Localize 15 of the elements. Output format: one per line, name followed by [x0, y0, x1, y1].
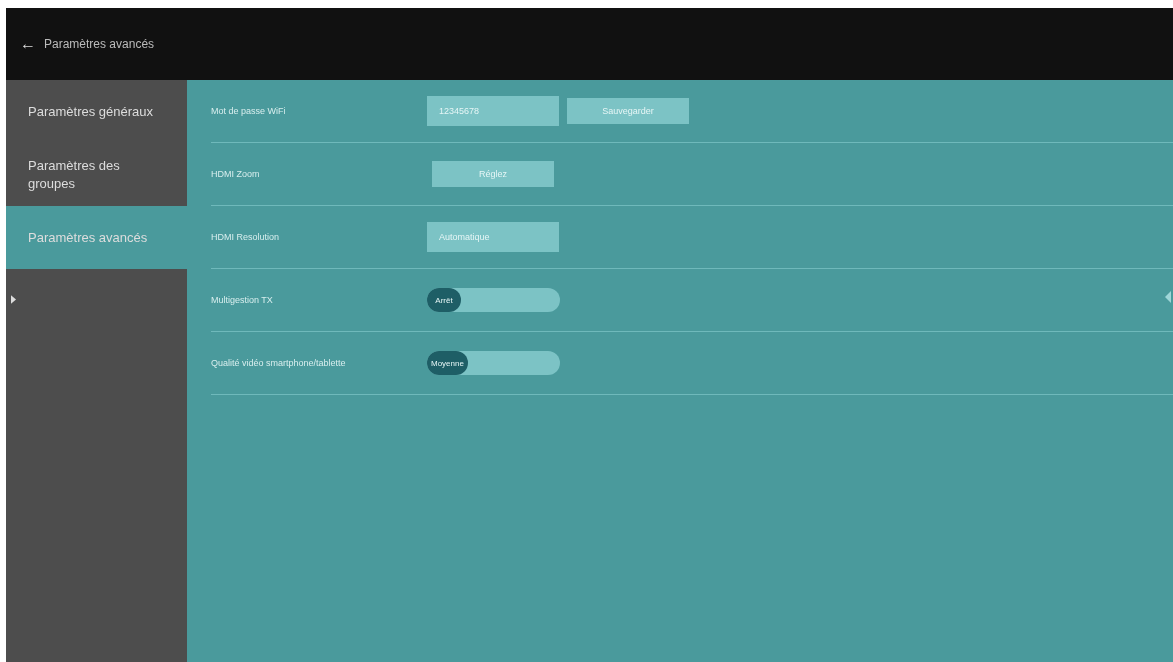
toggle-knob: Arrêt	[427, 288, 461, 312]
toggle-switch[interactable]: Arrêt	[427, 288, 560, 312]
setting-label: HDMI Zoom	[211, 169, 261, 179]
setting-label: Mot de passe WiFi	[211, 106, 287, 116]
sidebar-item[interactable]: Paramètres généraux	[6, 80, 187, 143]
back-arrow-icon[interactable]: ←	[20, 35, 36, 53]
expand-arrow-icon[interactable]	[11, 295, 16, 304]
setting-label: Qualité vidéo smartphone/tablette	[211, 358, 347, 368]
page-title: Paramètres avancés	[44, 37, 155, 51]
toggle-knob: Moyenne	[427, 351, 468, 375]
side-handle-icon[interactable]	[1165, 291, 1171, 303]
setting-label: HDMI Resolution	[211, 232, 281, 242]
sidebar-item[interactable]: Paramètres des groupes	[6, 143, 187, 206]
toggle-switch[interactable]: Moyenne	[427, 351, 560, 375]
setting-label: Multigestion TX	[211, 295, 274, 305]
